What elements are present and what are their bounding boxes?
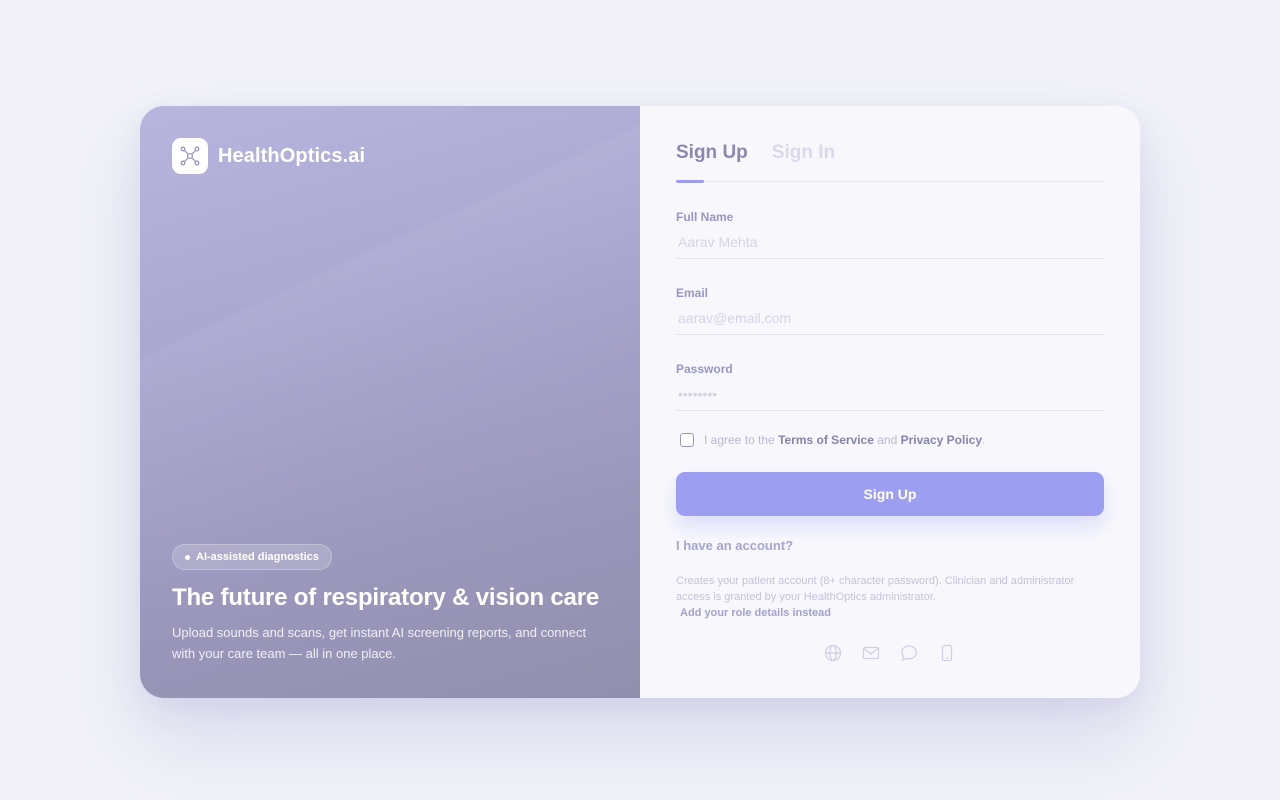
mail-icon[interactable] — [861, 643, 881, 663]
hero-content: AI-assisted diagnostics The future of re… — [172, 544, 612, 664]
auth-card: HealthOptics.ai AI-assisted diagnostics … — [140, 106, 1140, 698]
sign-up-button[interactable]: Sign Up — [676, 472, 1104, 516]
password-input[interactable] — [676, 384, 1104, 411]
globe-icon[interactable] — [823, 643, 843, 663]
account-note: Creates your patient account (8+ charact… — [676, 573, 1104, 621]
password-label: Password — [676, 362, 733, 376]
terms-of-service-link[interactable]: Terms of Service — [778, 433, 874, 447]
email-label: Email — [676, 286, 709, 300]
hero-panel: HealthOptics.ai AI-assisted diagnostics … — [140, 106, 640, 698]
email-input[interactable] — [676, 308, 1104, 335]
privacy-policy-link[interactable]: Privacy Policy — [901, 433, 982, 447]
network-logo-icon — [172, 138, 208, 174]
hero-badge-label: AI-assisted diagnostics — [196, 551, 319, 563]
full-name-field: Full Name — [676, 210, 1104, 259]
hero-badge: AI-assisted diagnostics — [172, 544, 332, 570]
tab-sign-up[interactable]: Sign Up — [676, 142, 748, 183]
full-name-input[interactable] — [676, 232, 1104, 259]
hero-description: Upload sounds and scans, get instant AI … — [172, 625, 587, 661]
terms-and: and — [877, 433, 898, 447]
terms-checkbox[interactable] — [680, 433, 694, 447]
account-note-text: Creates your patient account (8+ charact… — [676, 575, 1075, 603]
tab-sign-in[interactable]: Sign In — [772, 142, 835, 182]
password-field: Password — [676, 362, 1104, 411]
full-name-label: Full Name — [676, 210, 734, 224]
hero-title: The future of respiratory & vision care — [172, 584, 599, 611]
add-role-details-link[interactable]: Add your role details instead — [680, 605, 1104, 621]
email-field: Email — [676, 286, 1104, 335]
terms-agreement: I agree to the Terms of Service and Priv… — [676, 433, 1104, 447]
terms-prefix: I agree to the — [704, 433, 775, 447]
chat-icon[interactable] — [899, 643, 919, 663]
brand[interactable]: HealthOptics.ai — [172, 138, 365, 174]
phone-icon[interactable] — [937, 643, 957, 663]
terms-suffix: . — [982, 433, 986, 447]
brand-name: HealthOptics.ai — [218, 144, 366, 167]
social-icons — [640, 643, 1140, 663]
have-account-link[interactable]: I have an account? — [676, 538, 793, 553]
dot-icon — [185, 554, 190, 560]
auth-tabs: Sign Up Sign In — [676, 142, 1104, 183]
form-panel: Sign Up Sign In Full Name Email Password… — [640, 106, 1140, 698]
terms-text: I agree to the Terms of Service and Priv… — [704, 433, 985, 447]
